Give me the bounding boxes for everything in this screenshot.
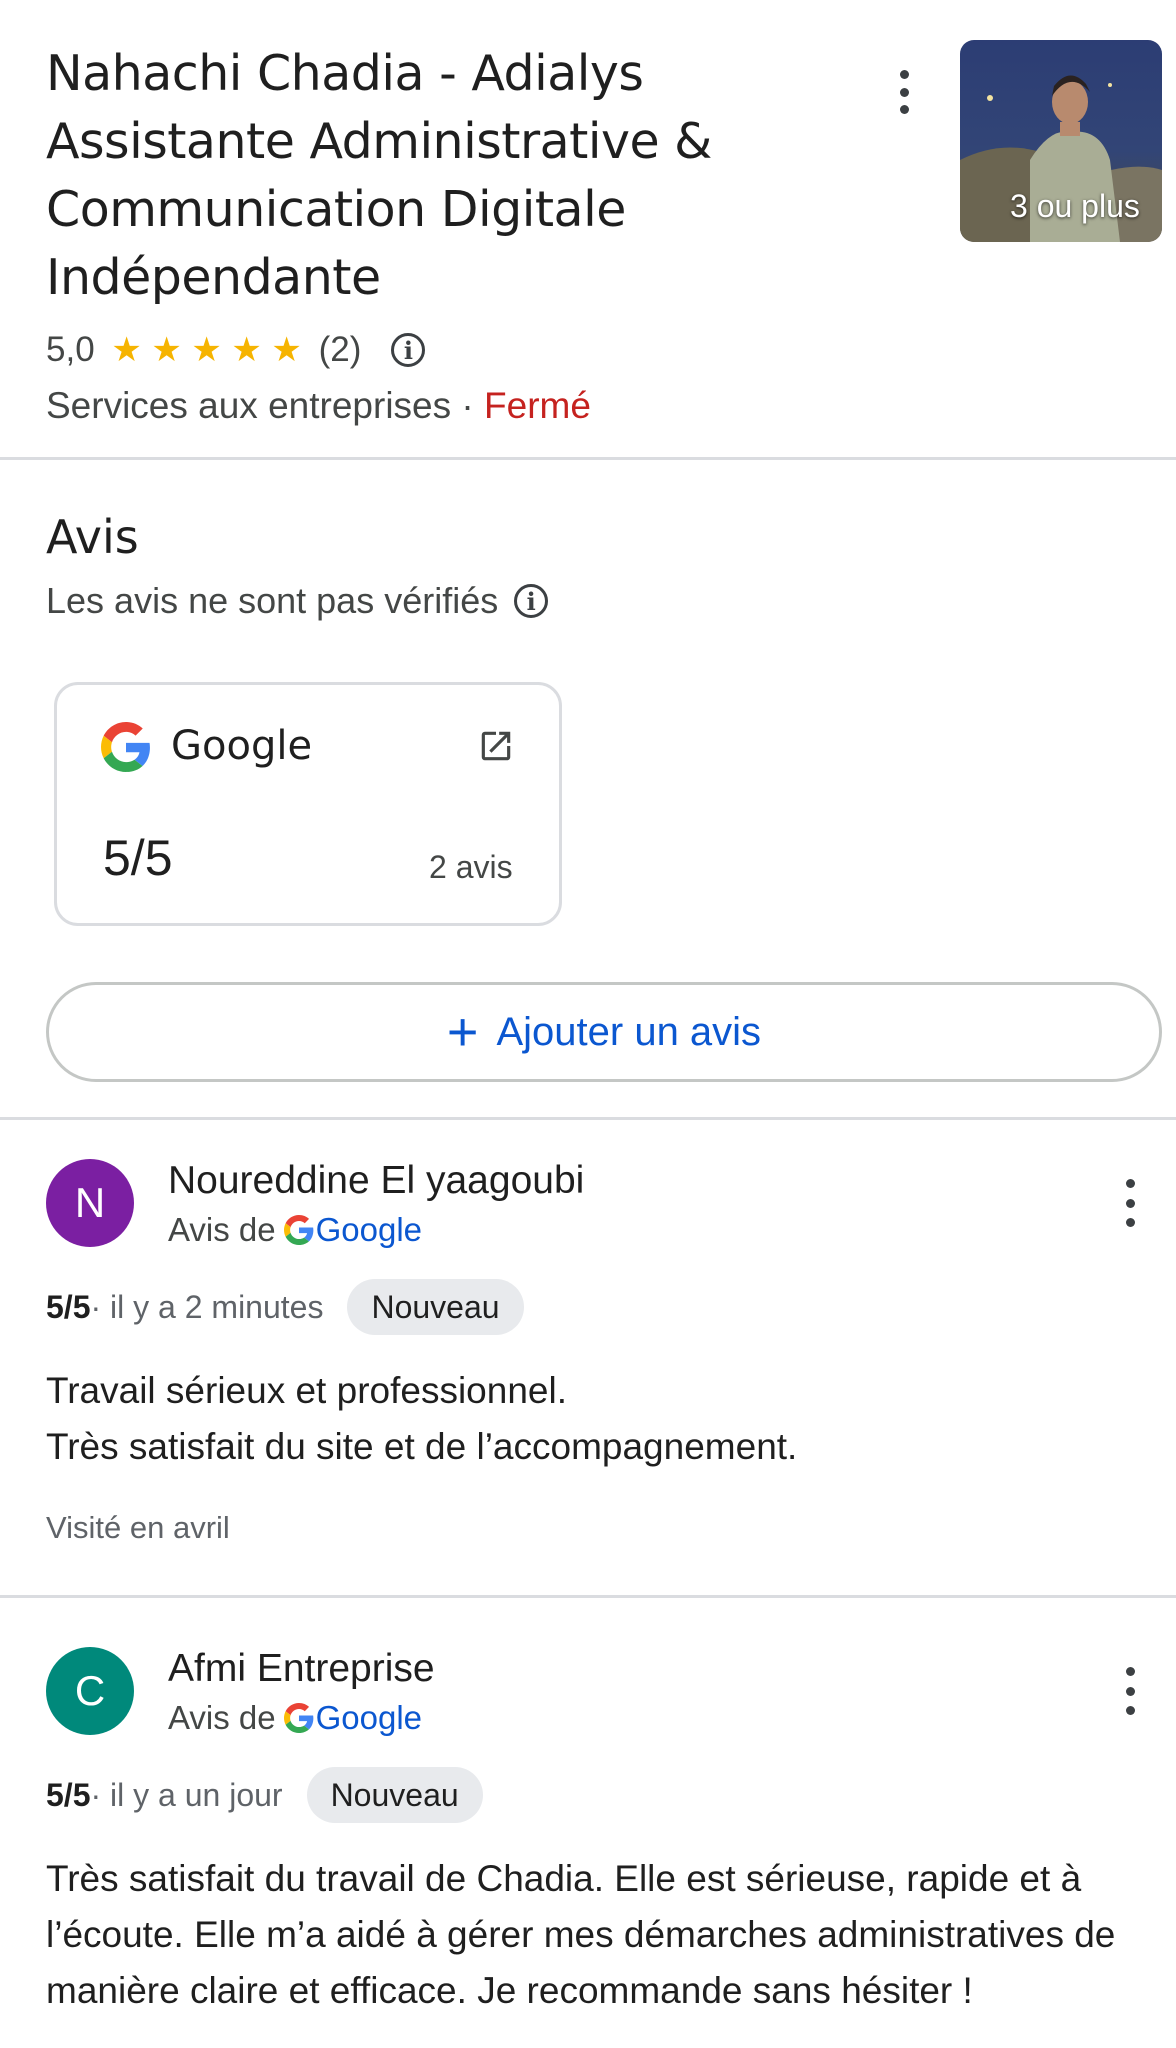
review-more-options-icon[interactable] [1118, 1179, 1142, 1227]
rating-value: 5,0 [46, 330, 95, 369]
more-options-icon[interactable] [892, 70, 916, 114]
review-visit-date: Visité en avril [46, 1510, 230, 1545]
section-divider [0, 1117, 1176, 1120]
star-icon: ★ [231, 331, 262, 369]
source-link[interactable]: Google [283, 1211, 423, 1249]
open-external-icon [481, 731, 511, 761]
review-more-options-icon[interactable] [1118, 1667, 1142, 1715]
star-icon: ★ [151, 331, 182, 369]
star-icon: ★ [191, 331, 222, 369]
source-name: Google [171, 723, 313, 769]
review-time: · il y a un jour [90, 1776, 283, 1813]
source-prefix: Avis de [168, 1211, 276, 1248]
section-divider [0, 457, 1176, 460]
avatar[interactable]: C [46, 1647, 134, 1735]
star-icon: ★ [111, 331, 142, 369]
review-text: Travail sérieux et professionnel. Très s… [46, 1370, 798, 1467]
google-logo-icon [283, 1215, 313, 1245]
source-link[interactable]: Google [283, 1699, 423, 1737]
source-name: Google [315, 1211, 423, 1248]
review-meta: 5/5 · il y a un jour Nouveau [46, 1767, 483, 1823]
photo-count-label: 3 ou plus [1010, 188, 1140, 224]
google-logo-icon [283, 1703, 313, 1733]
review-count: (2) [318, 330, 362, 369]
open-status: Fermé [484, 385, 591, 426]
review-source: Avis de Google [168, 1699, 422, 1737]
add-review-button[interactable]: + Ajouter un avis [46, 982, 1162, 1082]
google-reviews-card[interactable]: Google 5/5 2 avis [54, 682, 562, 926]
business-photo[interactable]: 3 ou plus [960, 40, 1162, 242]
info-icon[interactable]: i [391, 333, 426, 367]
category-status-row: Services aux entreprises · Fermé [46, 385, 591, 427]
add-review-label: Ajouter un avis [496, 1009, 762, 1054]
source-name: Google [315, 1699, 423, 1736]
review-time: · il y a 2 minutes [90, 1288, 324, 1325]
review-score: 5/5 [46, 1776, 91, 1813]
business-category: Services aux entreprises [46, 385, 452, 426]
info-icon[interactable]: i [514, 584, 549, 618]
review-author[interactable]: Noureddine El yaagoubi [168, 1159, 584, 1203]
reviews-disclaimer: Les avis ne sont pas vérifiés i [46, 580, 549, 622]
section-divider [0, 1595, 1176, 1598]
business-name: Nahachi Chadia - Adialys Assistante Admi… [46, 45, 712, 306]
review-score: 5/5 [46, 1288, 91, 1325]
source-review-count: 2 avis [429, 849, 513, 885]
reviews-heading: Avis [46, 510, 139, 564]
disclaimer-text: Les avis ne sont pas vérifiés [46, 580, 499, 621]
rating-summary: 5,0 ★ ★ ★ ★ ★ (2) i [46, 328, 426, 372]
source-score: 5/5 [103, 830, 173, 886]
google-logo-icon [101, 722, 150, 772]
separator: · [451, 385, 485, 426]
star-icon: ★ [271, 331, 302, 369]
new-badge: Nouveau [347, 1279, 524, 1335]
review-source: Avis de Google [168, 1211, 422, 1249]
new-badge: Nouveau [306, 1767, 483, 1823]
review-text: Très satisfait du travail de Chadia. Ell… [46, 1858, 1116, 2011]
review-author[interactable]: Afmi Entreprise [168, 1647, 435, 1691]
review-meta: 5/5 · il y a 2 minutes Nouveau [46, 1279, 524, 1335]
avatar[interactable]: N [46, 1159, 134, 1247]
plus-icon: + [446, 1002, 479, 1062]
star-rating: ★ ★ ★ ★ ★ [107, 330, 307, 370]
source-prefix: Avis de [168, 1699, 276, 1736]
